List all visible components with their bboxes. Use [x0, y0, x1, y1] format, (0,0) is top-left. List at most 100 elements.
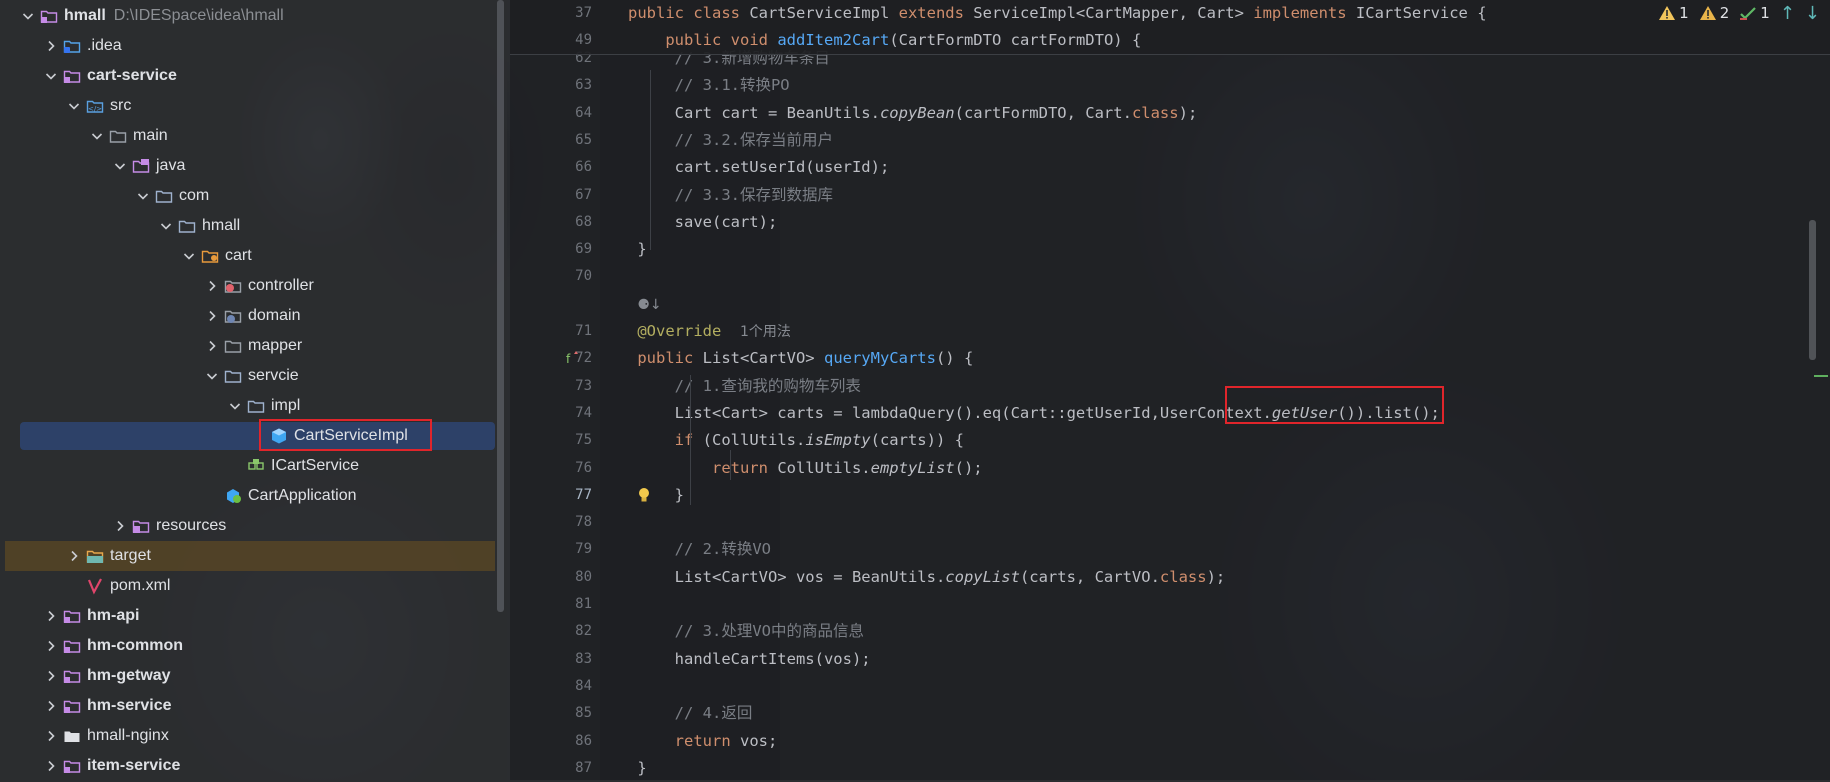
chevron-right-icon[interactable] — [43, 608, 59, 624]
tree-node-java[interactable]: java — [0, 151, 495, 181]
chevron-right-icon[interactable] — [43, 698, 59, 714]
warning-indicator-b[interactable]: 2 — [1699, 4, 1729, 22]
tree-node-hm-service[interactable]: hm-service — [0, 691, 495, 721]
chevron-right-icon[interactable] — [204, 338, 220, 354]
tree-node-domain[interactable]: domain — [0, 301, 495, 331]
tree-node-CartServiceImpl[interactable]: CartServiceImpl — [0, 421, 495, 451]
indent-guide — [730, 450, 731, 480]
chevron-down-icon[interactable] — [181, 248, 197, 264]
code-line[interactable]: if (CollUtils.isEmpty(carts)) { — [600, 427, 964, 454]
chevron-down-icon[interactable] — [43, 68, 59, 84]
line-number: 84 — [575, 677, 592, 694]
tree-node-hm-common[interactable]: hm-common — [0, 631, 495, 661]
domain-package-icon — [224, 307, 242, 325]
ok-indicator[interactable]: 1 — [1739, 4, 1770, 22]
chevron-down-icon[interactable] — [66, 98, 82, 114]
tree-node-label: impl — [271, 397, 301, 414]
tree-node-servcie[interactable]: servcie — [0, 361, 495, 391]
sticky-scroll-header[interactable]: 37 public class CartServiceImpl extends S… — [510, 0, 1830, 55]
chevron-down-icon[interactable] — [20, 8, 36, 24]
chevron-right-icon[interactable] — [43, 38, 59, 54]
chevron-down-icon[interactable] — [135, 188, 151, 204]
code-line[interactable]: // 3.2.保存当前用户 — [600, 127, 833, 154]
tree-node-label: domain — [248, 307, 301, 324]
tree-node-label: hm-api — [87, 607, 140, 624]
code-line[interactable]: // 3.3.保存到数据库 — [600, 182, 833, 209]
chevron-right-icon[interactable] — [66, 548, 82, 564]
code-line[interactable]: return vos; — [600, 728, 778, 755]
chevron-down-icon[interactable] — [227, 398, 243, 414]
tree-node-hmall-nginx[interactable]: hmall-nginx — [0, 721, 495, 751]
code-line[interactable]: } — [600, 236, 646, 263]
next-highlight-icon[interactable]: ↓ — [1805, 3, 1820, 24]
code-line[interactable]: return CollUtils.emptyList(); — [600, 455, 983, 482]
tree-node-label: com — [179, 187, 210, 204]
project-scrollbar[interactable] — [497, 0, 504, 612]
chevron-right-icon[interactable] — [43, 758, 59, 774]
sticky-line-number: 37 — [575, 5, 592, 21]
code-line[interactable]: public List<CartVO> queryMyCarts() { — [600, 345, 973, 372]
code-line[interactable]: // 1.查询我的购物车列表 — [600, 373, 861, 400]
tree-node-label: servcie — [248, 367, 299, 384]
tree-node-label: cart — [225, 247, 252, 264]
code-line[interactable]: // 3.1.转换PO — [600, 72, 790, 99]
tree-node-src[interactable]: </> src — [0, 91, 495, 121]
tree-node-label: hmall — [202, 217, 241, 234]
tree-node-hmall[interactable]: hmall D:\IDESpace\idea\hmall — [0, 1, 495, 31]
code-line[interactable]: Cart cart = BeanUtils.copyBean(cartFormD… — [600, 100, 1198, 127]
code-editor[interactable]: 62 // 3.新增购物车条目 63 // 3.1.转换PO 64 Cart car… — [510, 0, 1830, 780]
code-line[interactable]: List<Cart> carts = lambdaQuery().eq(Cart… — [600, 400, 1440, 427]
code-line[interactable]: handleCartItems(vos); — [600, 646, 871, 673]
chevron-right-icon[interactable] — [112, 518, 128, 534]
bulb-icon[interactable] — [635, 486, 653, 508]
chevron-right-icon[interactable] — [43, 728, 59, 744]
tree-node-idea[interactable]: .idea — [0, 31, 495, 61]
code-line[interactable]: // 4.返回 — [600, 700, 753, 727]
code-line[interactable]: save(cart); — [600, 209, 778, 236]
tree-node-label: ICartService — [271, 457, 360, 474]
tree-node-cart-service[interactable]: cart-service — [0, 61, 495, 91]
inspection-widget[interactable]: 1 2 1 ↑ ↓ — [1658, 2, 1820, 24]
tree-node-label: mapper — [248, 337, 303, 354]
tree-node-cart[interactable]: cart — [0, 241, 495, 271]
tree-node-hmall-pkg[interactable]: hmall — [0, 211, 495, 241]
tree-node-item-service[interactable]: item-service — [0, 751, 495, 780]
chevron-right-icon[interactable] — [43, 668, 59, 684]
tree-node-com[interactable]: com — [0, 181, 495, 211]
line-number: 83 — [575, 650, 592, 667]
chevron-down-icon[interactable] — [204, 368, 220, 384]
code-line[interactable]: // 2.转换VO — [600, 536, 771, 563]
tree-node-main[interactable]: main — [0, 121, 495, 151]
tree-node-impl[interactable]: impl — [0, 391, 495, 421]
tree-node-target[interactable]: target — [0, 541, 495, 571]
code-line[interactable]: ⚈↓ — [600, 291, 661, 318]
tree-node-ICartService[interactable]: ICartService — [0, 451, 495, 481]
warning-indicator-a[interactable]: 1 — [1658, 4, 1689, 22]
chevron-down-icon[interactable] — [112, 158, 128, 174]
tree-node-pom[interactable]: pom.xml — [0, 571, 495, 601]
code-line[interactable]: // 3.处理VO中的商品信息 — [600, 618, 864, 645]
code-line[interactable]: } — [600, 755, 646, 782]
sticky-code-line[interactable]: public class CartServiceImpl extends Ser… — [628, 0, 1487, 27]
code-line[interactable]: cart.setUserId(userId); — [600, 154, 890, 181]
tree-node-resources[interactable]: resources — [0, 511, 495, 541]
tree-node-CartApplication[interactable]: CartApplication — [0, 481, 495, 511]
code-line[interactable]: List<CartVO> vos = BeanUtils.copyList(ca… — [600, 564, 1226, 591]
tree-node-controller[interactable]: controller — [0, 271, 495, 301]
override-marker-icon[interactable]: f — [565, 350, 581, 370]
chevron-right-icon[interactable] — [204, 278, 220, 294]
previous-highlight-icon[interactable]: ↑ — [1780, 3, 1795, 24]
chevron-down-icon[interactable] — [89, 128, 105, 144]
folder-icon — [109, 127, 127, 145]
sticky-code-line[interactable]: public void addItem2Cart(CartFormDTO car… — [628, 27, 1141, 54]
tree-node-hm-api[interactable]: hm-api — [0, 601, 495, 631]
chevron-right-icon[interactable] — [204, 308, 220, 324]
excluded-folder-icon — [86, 547, 104, 565]
line-number: 77 — [575, 486, 592, 503]
chevron-down-icon[interactable] — [158, 218, 174, 234]
code-line[interactable]: @Override 1个用法 — [600, 318, 791, 345]
tree-node-mapper[interactable]: mapper — [0, 331, 495, 361]
chevron-right-icon[interactable] — [43, 638, 59, 654]
editor-scrollbar[interactable] — [1809, 220, 1816, 360]
tree-node-hm-getway[interactable]: hm-getway — [0, 661, 495, 691]
